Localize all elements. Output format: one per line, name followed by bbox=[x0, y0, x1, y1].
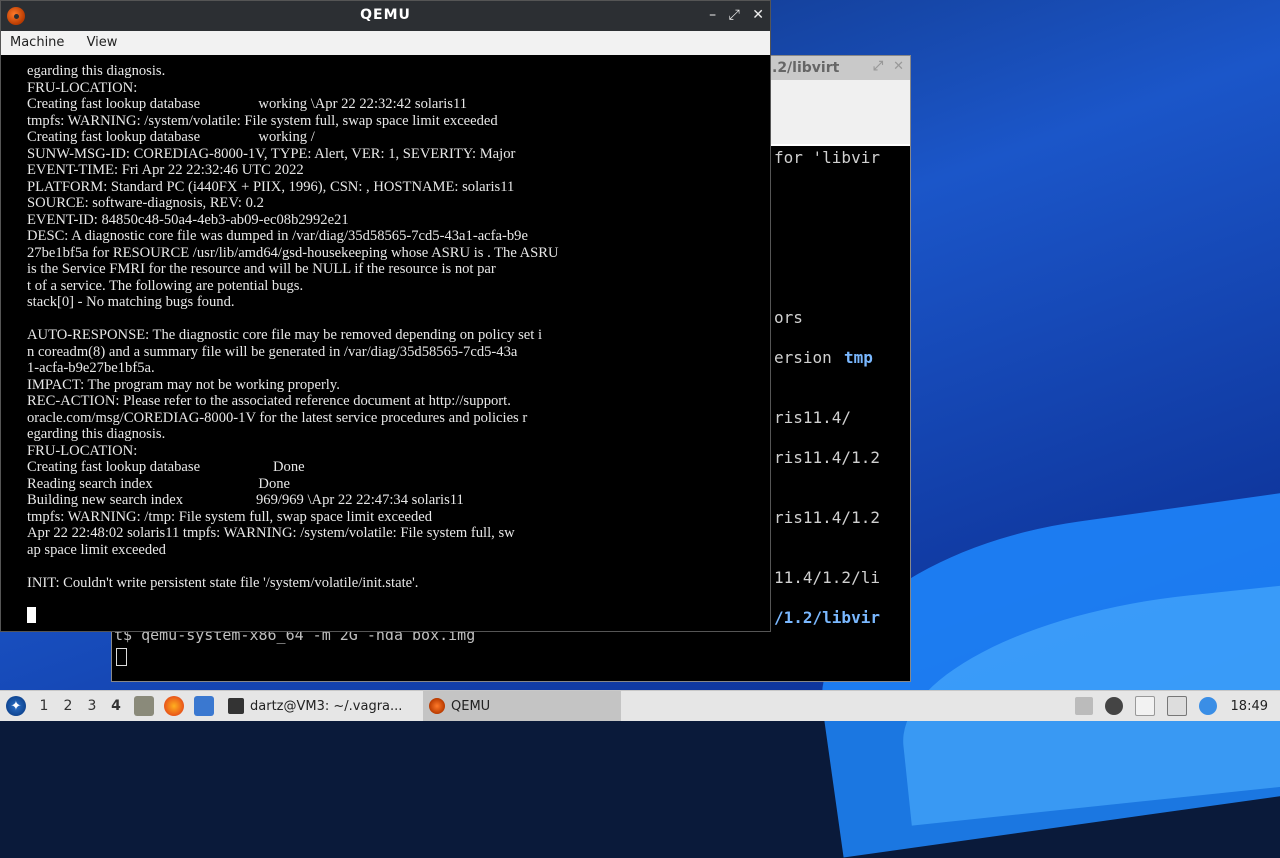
console-cursor bbox=[27, 607, 36, 623]
console-line: Creating fast lookup database working / bbox=[27, 129, 315, 145]
maximize-icon[interactable]: ⤢ bbox=[873, 59, 883, 74]
taskbar-item-label: dartz@VM3: ~/.vagra... bbox=[250, 698, 403, 714]
console-line: n coreadm(8) and a summary file will be … bbox=[27, 343, 518, 360]
workspace-3[interactable]: 3 bbox=[80, 691, 104, 721]
monitor-icon[interactable] bbox=[1166, 696, 1187, 716]
console-line: tmpfs: WARNING: /system/volatile: File s… bbox=[27, 112, 498, 129]
console-line: EVENT-ID: 84850c48-50a4-4eb3-ab09-ec08b2… bbox=[27, 211, 349, 228]
console-line: Building new search index 969/969 \Apr 2… bbox=[27, 492, 464, 508]
console-line: oracle.com/msg/COREDIAG-8000-1V for the … bbox=[27, 409, 528, 426]
terminal-cursor bbox=[116, 648, 127, 666]
console-line: 1-acfa-b9e27be1bf5a. bbox=[27, 360, 155, 376]
vm-console-screen[interactable]: egarding this diagnosis. FRU-LOCATION: Cre… bbox=[1, 55, 770, 631]
background-terminal-controls: ⤢ ✕ bbox=[863, 59, 904, 74]
console-line: Reading search index Done bbox=[27, 475, 291, 492]
menu-view[interactable]: View bbox=[78, 31, 127, 54]
maximize-icon[interactable]: ⤢ bbox=[729, 7, 740, 23]
window-title: QEMU bbox=[360, 7, 411, 23]
console-line: IMPACT: The program may not be working p… bbox=[27, 376, 340, 393]
console-line: PLATFORM: Standard PC (i440FX + PIIX, 19… bbox=[27, 178, 515, 195]
console-line: FRU-LOCATION: bbox=[27, 79, 138, 96]
console-line: FRU-LOCATION: bbox=[27, 442, 138, 459]
qemu-logo-icon bbox=[429, 698, 445, 714]
start-menu-icon[interactable]: ✦ bbox=[6, 696, 26, 716]
workspace-2[interactable]: 2 bbox=[56, 691, 80, 721]
terminal-line: for 'libvir bbox=[774, 148, 880, 167]
console-line: REC-ACTION: Please refer to the associat… bbox=[27, 393, 511, 409]
console-line: Creating fast lookup database Done bbox=[27, 459, 305, 475]
minimize-icon[interactable]: – bbox=[709, 7, 716, 23]
menu-machine[interactable]: Machine bbox=[1, 31, 73, 54]
taskbar-item-qemu[interactable]: QEMU bbox=[423, 691, 621, 721]
console-line: egarding this diagnosis. bbox=[27, 63, 166, 79]
background-terminal-title: .2/libvirt bbox=[772, 60, 840, 76]
qemu-window[interactable]: QEMU – ⤢ ✕ Machine View egarding this di… bbox=[0, 0, 771, 632]
close-icon[interactable]: ✕ bbox=[893, 59, 904, 74]
console-line: SUNW-MSG-ID: COREDIAG-8000-1V, TYPE: Ale… bbox=[27, 145, 516, 162]
update-icon[interactable] bbox=[1198, 697, 1217, 715]
console-line: ap space limit exceeded bbox=[27, 541, 166, 558]
terminal-line: ors bbox=[774, 308, 803, 327]
console-line: is the Service FMRI for the resource and… bbox=[27, 261, 496, 277]
console-output: egarding this diagnosis. FRU-LOCATION: Cre… bbox=[27, 63, 559, 591]
qemu-titlebar[interactable]: QEMU – ⤢ ✕ bbox=[1, 1, 770, 31]
workspace-1[interactable]: 1 bbox=[32, 691, 56, 721]
terminal-line: 11.4/1.2/li bbox=[774, 568, 880, 587]
terminal-line-tmp: tmp bbox=[844, 348, 873, 367]
console-line: INIT: Couldn't write persistent state fi… bbox=[27, 574, 419, 591]
clipboard-icon[interactable] bbox=[1134, 696, 1155, 716]
console-line: Creating fast lookup database working \A… bbox=[27, 96, 468, 112]
taskbar-item-terminal[interactable]: dartz@VM3: ~/.vagra... bbox=[222, 691, 424, 721]
terminal-icon bbox=[228, 698, 244, 714]
terminal-line: ersion bbox=[774, 348, 832, 367]
tray-expand-icon[interactable] bbox=[1074, 697, 1093, 715]
system-tray: 18:49 bbox=[1069, 691, 1280, 721]
console-line: DESC: A diagnostic core file was dumped … bbox=[27, 228, 528, 244]
file-manager-icon[interactable] bbox=[134, 696, 154, 716]
console-line: stack[0] - No matching bugs found. bbox=[27, 294, 235, 310]
desktop-icon[interactable] bbox=[194, 696, 214, 716]
terminal-line: /1.2/libvir bbox=[774, 608, 880, 627]
console-line: egarding this diagnosis. bbox=[27, 426, 166, 442]
clock[interactable]: 18:49 bbox=[1231, 699, 1268, 714]
console-line: AUTO-RESPONSE: The diagnostic core file … bbox=[27, 327, 543, 343]
taskbar-item-label: QEMU bbox=[451, 698, 491, 714]
console-line: Apr 22 22:48:02 solaris11 tmpfs: WARNING… bbox=[27, 525, 515, 541]
console-line: t of a service. The following are potent… bbox=[27, 277, 304, 294]
menu-bar: Machine View bbox=[1, 31, 770, 55]
console-line: 27be1bf5a for RESOURCE /usr/lib/amd64/gs… bbox=[27, 244, 559, 261]
terminal-line: ris11.4/1.2 bbox=[774, 448, 880, 467]
terminal-line: ris11.4/ bbox=[774, 408, 852, 427]
console-line: SOURCE: software-diagnosis, REV: 0.2 bbox=[27, 195, 264, 211]
console-line: tmpfs: WARNING: /tmp: File system full, … bbox=[27, 508, 433, 525]
terminal-line: ris11.4/1.2 bbox=[774, 508, 880, 527]
window-controls: – ⤢ ✕ bbox=[701, 7, 764, 23]
workspace-4[interactable]: 4 bbox=[104, 691, 128, 721]
taskbar: ✦ 1 2 3 4 dartz@VM3: ~/.vagra... QEMU 18… bbox=[0, 690, 1280, 721]
firefox-icon[interactable] bbox=[164, 696, 184, 716]
close-icon[interactable]: ✕ bbox=[752, 7, 764, 23]
volume-icon[interactable] bbox=[1104, 697, 1123, 715]
console-line: EVENT-TIME: Fri Apr 22 22:32:46 UTC 2022 bbox=[27, 162, 304, 178]
